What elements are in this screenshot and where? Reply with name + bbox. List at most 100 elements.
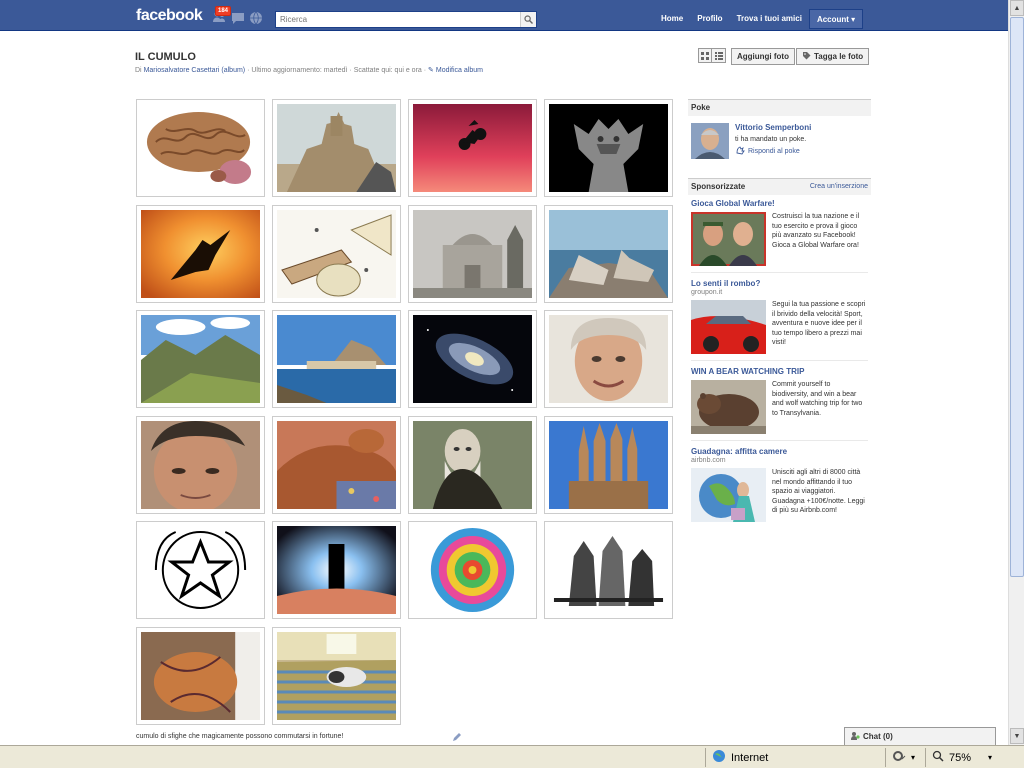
ad-domain: groupon.it [691,289,723,296]
photo-cefalu-coast[interactable] [272,310,401,408]
ad-global-warfare[interactable]: Gioca Global Warfare! Costruisci la tua … [691,195,868,273]
create-ad-link[interactable]: Crea un'inserzione [810,183,868,190]
photo-sand-castle[interactable] [272,99,401,197]
photo-man-portrait[interactable] [136,416,265,514]
ad-text: Costruisci la tua nazione e il tuo eserc… [772,213,860,249]
zoom-control[interactable]: 75% ▾ [925,748,1005,767]
photo-eagle-sunset[interactable] [136,205,265,303]
tag-photos-button[interactable]: Tagga le foto [796,48,870,65]
edit-album-link[interactable]: ✎ Modifica album [428,67,483,74]
page-title: IL CUMULO [135,51,196,63]
ad-airbnb[interactable]: Guadagna: affitta camere airbnb.com Unis… [691,441,868,528]
poke-name[interactable]: Vittorio Semperboni [735,123,811,132]
ad-bear-trip[interactable]: WIN A BEAR WATCHING TRIP Commit yourself… [691,361,868,441]
chat-bar[interactable]: Chat (0) [844,727,996,745]
chat-status-icon [850,731,860,742]
chat-label: Chat (0) [863,732,893,741]
ad-image[interactable] [691,380,766,434]
photo-dog-on-rug[interactable] [272,627,401,725]
photo-foggy-church[interactable] [408,205,537,303]
photo-old-man-portrait[interactable] [544,310,673,408]
edit-album-label: Modifica album [435,67,483,74]
ad-text: Segui la tua passione e scopri il brivid… [772,301,866,346]
photo-darwin-portrait[interactable] [408,416,537,514]
notification-badge[interactable]: 184 [215,6,232,16]
search-input[interactable] [276,12,516,27]
photo-mandala[interactable] [408,521,537,619]
grid-view-button[interactable] [698,48,712,63]
internet-globe-icon [712,749,726,766]
poke-avatar[interactable] [691,123,729,159]
tag-photos-label: Tagga le foto [814,52,864,61]
album-caption: cumulo di sfighe che magicamente possono… [136,733,344,740]
poke-header: Poke [688,99,871,116]
chevron-down-icon: ▾ [911,753,916,762]
scroll-up-arrow-icon[interactable]: ▲ [1010,0,1024,16]
ad-image[interactable] [691,468,766,522]
protected-mode-indicator[interactable]: ▾ [885,748,923,767]
photo-italian-emblem[interactable] [136,521,265,619]
update-info: · Ultimo aggiornamento: martedì · Scatta… [247,67,427,74]
photo-mountain-valley[interactable] [136,310,265,408]
photo-brain[interactable] [136,99,265,197]
poke-header-label: Poke [691,103,711,112]
zone-label: Internet [731,751,769,764]
ad-text: Unisciti agli altri di 8000 città nel mo… [772,469,865,514]
grid-icon [701,51,709,60]
search-box[interactable] [275,11,537,28]
photo-dog-tangled[interactable] [136,627,265,725]
album-meta: Di Mariosalvatore Casettari (album) · Ul… [135,66,483,74]
poke-reply-label: Rispondi al poke [748,147,800,155]
photo-sleeping-dog[interactable] [272,416,401,514]
ad-title[interactable]: Gioca Global Warfare! [691,199,868,208]
photo-wasp-drawing[interactable] [272,205,401,303]
photo-monolith[interactable] [272,521,401,619]
search-icon [524,15,533,24]
poke-box: Vittorio Semperboni ti ha mandato un pok… [688,116,871,178]
view-toggle [698,48,726,63]
main-nav: Home Profilo Trova i tuoi amici Account … [654,9,864,29]
nav-find-friends[interactable]: Trova i tuoi amici [730,9,809,29]
poke-message: ti ha mandato un poke. [735,136,807,143]
search-button[interactable] [520,12,536,27]
zone-indicator: Internet [705,748,865,767]
settings-gear-icon [892,750,906,765]
nav-profile[interactable]: Profilo [690,9,729,29]
ad-image[interactable] [691,300,766,354]
poke-hand-icon [735,145,745,157]
messages-icon[interactable] [231,11,245,25]
scroll-down-arrow-icon[interactable]: ▼ [1010,728,1024,744]
ad-title[interactable]: Lo senti il rombo? [691,279,868,288]
photo-sagrada-familia[interactable] [544,416,673,514]
nav-account-label: Account [816,15,849,24]
zoom-level: 75% [949,751,972,764]
list-icon [714,51,723,60]
zoom-magnifier-icon [932,750,944,765]
ad-title[interactable]: WIN A BEAR WATCHING TRIP [691,367,868,376]
ad-image[interactable] [691,212,766,266]
list-view-button[interactable] [712,48,726,63]
chevron-down-icon: ▾ [851,15,856,24]
album-link[interactable]: (album) [221,67,245,74]
photo-horses-drawing[interactable] [544,521,673,619]
photo-gargoyle[interactable] [544,99,673,197]
photo-wolves-sea[interactable] [544,205,673,303]
ad-groupon[interactable]: Lo senti il rombo? groupon.it Segui la t… [691,273,868,361]
edit-caption-pencil-icon[interactable] [452,732,462,744]
scroll-thumb[interactable] [1010,17,1024,577]
sponsored-header: Sponsorizzate Crea un'inserzione [688,178,871,195]
notifications-globe-icon[interactable] [249,11,263,25]
right-column: Poke Vittorio Semperboni ti ha mandato u… [688,99,871,528]
facebook-logo[interactable]: facebook [136,7,203,25]
vertical-scrollbar[interactable]: ▲ ▼ [1008,0,1024,745]
top-bar: facebook 184 Home Profilo Trova i tuoi a… [0,0,1008,31]
owner-link[interactable]: Mariosalvatore Casettari [144,67,220,74]
add-photos-button[interactable]: Aggiungi foto [731,48,795,65]
nav-account[interactable]: Account ▾ [808,9,864,29]
poke-reply-link[interactable]: Rispondi al poke [735,145,800,157]
ad-text: Commit yourself to biodiversity, and win… [772,381,863,417]
photo-motocross-sunset[interactable] [408,99,537,197]
nav-home[interactable]: Home [654,9,690,29]
ad-title[interactable]: Guadagna: affitta camere [691,447,868,456]
photo-galaxy[interactable] [408,310,537,408]
